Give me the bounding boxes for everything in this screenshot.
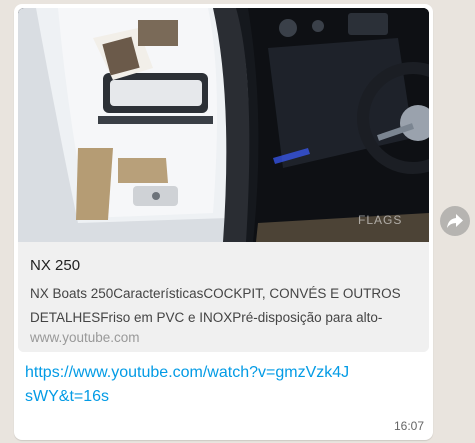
image-watermark: FLAGS: [358, 213, 403, 227]
message-bubble: FLAGS NX 250 NX Boats 250Características…: [14, 4, 433, 440]
video-thumbnail[interactable]: FLAGS: [18, 8, 429, 242]
preview-domain: www.youtube.com: [30, 330, 140, 345]
preview-text-area: NX 250 NX Boats 250CaracterísticasCOCKPI…: [18, 242, 429, 352]
message-link[interactable]: https://www.youtube.com/watch?v=gmzVzk4J…: [25, 361, 355, 409]
forward-button[interactable]: [440, 206, 470, 236]
preview-description: NX Boats 250CaracterísticasCOCKPIT, CONV…: [30, 286, 401, 325]
preview-title: NX 250: [30, 257, 81, 274]
boat-interior-image: [18, 8, 429, 242]
forward-arrow-icon: [447, 214, 463, 228]
message-timestamp: 16:07: [393, 419, 424, 433]
link-preview-card[interactable]: FLAGS NX 250 NX Boats 250Características…: [18, 8, 429, 352]
